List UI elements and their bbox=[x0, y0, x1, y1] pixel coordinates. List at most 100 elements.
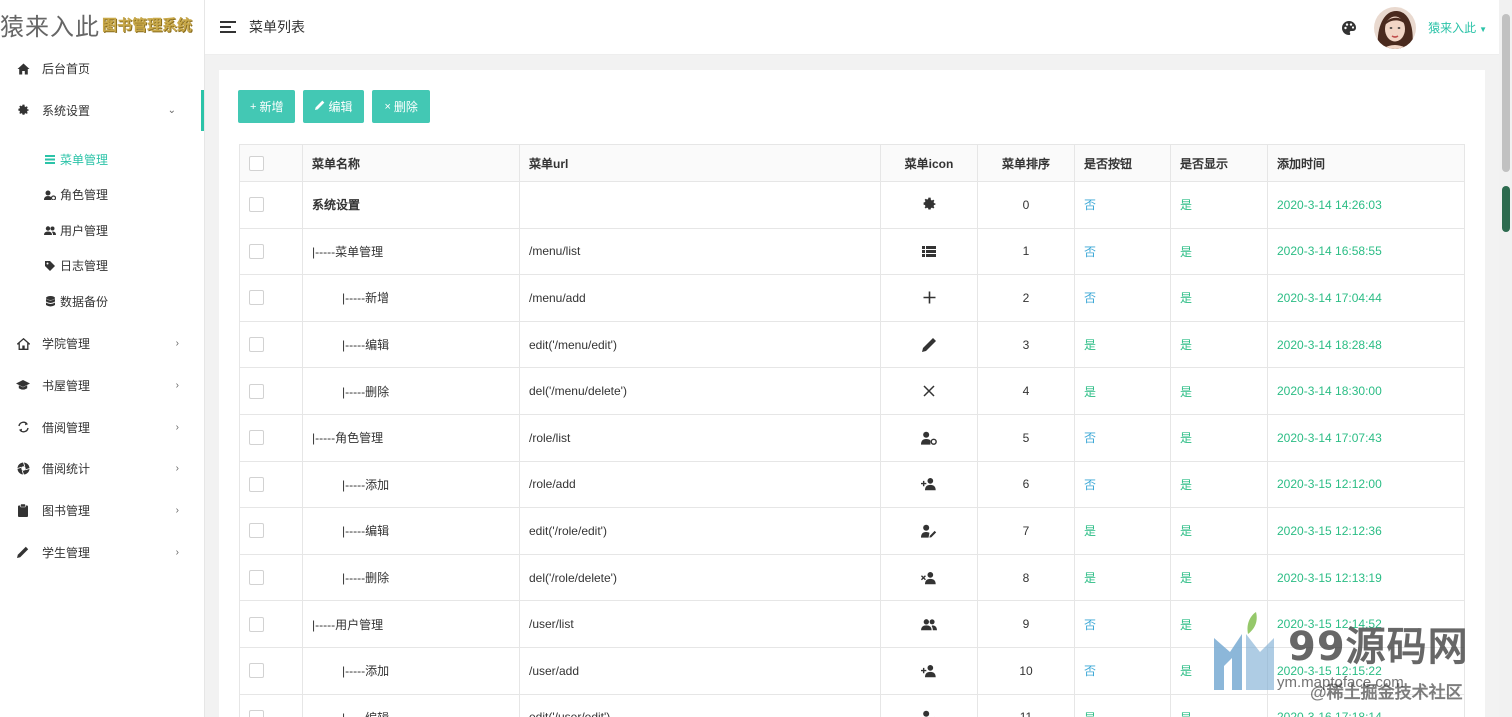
user-gear-icon bbox=[44, 189, 56, 201]
cell-menu-url: /role/add bbox=[520, 461, 881, 508]
cell-is-show: 是 bbox=[1171, 228, 1268, 275]
scrollbar-thumb[interactable] bbox=[1502, 14, 1510, 172]
logo[interactable]: 猿来入此 图书管理系统 bbox=[0, 0, 204, 48]
table-row[interactable]: |-----添加/user/add 10 否是 2020-3-15 12:15:22 bbox=[240, 647, 1464, 695]
sidebar-subitem-log-management[interactable]: 日志管理 bbox=[0, 248, 204, 284]
cell-menu-sort: 1 bbox=[978, 228, 1075, 275]
cell-menu-icon bbox=[881, 414, 978, 461]
sidebar-item-book-management[interactable]: 图书管理 › bbox=[0, 490, 204, 532]
cell-is-button: 否 bbox=[1075, 182, 1171, 228]
chevron-right-icon: › bbox=[175, 463, 179, 475]
cell-is-button: 是 bbox=[1075, 368, 1171, 414]
cell-menu-icon bbox=[881, 321, 978, 368]
sidebar-subitem-menu-management[interactable]: 菜单管理 bbox=[0, 141, 204, 177]
cell-menu-url: edit('/user/edit') bbox=[520, 694, 881, 717]
table-row[interactable]: 系统设置 0 否是 2020-3-14 14:26:03 bbox=[240, 182, 1464, 229]
table-row[interactable]: |-----添加/role/add 6 否是 2020-3-15 12:12:00 bbox=[240, 461, 1464, 509]
cell-menu-name: |-----编辑 bbox=[303, 694, 520, 717]
cell-add-time: 2020-3-15 12:15:22 bbox=[1277, 663, 1382, 678]
row-checkbox[interactable] bbox=[249, 476, 264, 492]
row-checkbox[interactable] bbox=[249, 663, 264, 679]
row-checkbox[interactable] bbox=[249, 197, 264, 213]
page-scrollbar[interactable] bbox=[1499, 0, 1512, 717]
row-checkbox[interactable] bbox=[249, 290, 264, 306]
row-checkbox-cell bbox=[240, 414, 303, 461]
column-header[interactable]: 菜单排序 bbox=[978, 145, 1075, 181]
cell-is-button: 是 bbox=[1075, 694, 1171, 717]
cell-menu-name: |-----用户管理 bbox=[303, 601, 520, 647]
row-checkbox[interactable] bbox=[249, 570, 264, 586]
table-row[interactable]: |-----编辑 edit('/menu/edit') 3 是是 2020-3-14 1… bbox=[240, 321, 1464, 369]
column-header[interactable]: 菜单url bbox=[520, 145, 881, 181]
institute-icon bbox=[16, 337, 30, 351]
cell-add-time: 2020-3-14 17:04:44 bbox=[1277, 290, 1382, 305]
table-row[interactable]: |-----编辑edit('/user/edit')11是是2020-3-16 … bbox=[240, 694, 1464, 717]
cell-is-button: 否 bbox=[1075, 414, 1171, 461]
column-header[interactable]: 菜单icon bbox=[881, 145, 978, 181]
sidebar-item-bookhouse-management[interactable]: 书屋管理 › bbox=[0, 365, 204, 407]
close-icon: × bbox=[384, 100, 391, 113]
cell-menu-name: |-----删除 bbox=[303, 554, 520, 601]
cell-add-time: 2020-3-14 18:28:48 bbox=[1277, 337, 1382, 352]
sidebar-item-label: 借阅管理 bbox=[42, 420, 91, 435]
edit-button[interactable]: 编辑 bbox=[303, 90, 365, 123]
sidebar-subitem-label: 日志管理 bbox=[60, 259, 109, 274]
row-checkbox[interactable] bbox=[249, 523, 264, 539]
sidebar-subitem-data-backup[interactable]: 数据备份 bbox=[0, 283, 204, 319]
user-plus-icon bbox=[921, 663, 937, 679]
hamburger-menu-icon[interactable] bbox=[220, 21, 236, 33]
palette-icon[interactable] bbox=[1341, 20, 1357, 36]
table-row[interactable]: |-----角色管理/role/list 5 否是 2020-3-14 17:07:4… bbox=[240, 414, 1464, 462]
table-row[interactable]: |-----新增/menu/add 2 否是 2020-3-14 17:04:44 bbox=[240, 275, 1464, 322]
cell-menu-icon bbox=[881, 275, 978, 321]
list-icon bbox=[44, 153, 56, 165]
sidebar-item-system-settings[interactable]: 系统设置 ⌄ bbox=[0, 89, 204, 132]
column-header[interactable]: 是否显示 bbox=[1171, 145, 1268, 181]
user-menu[interactable]: 猿来入此 ▼ bbox=[1428, 19, 1487, 36]
cell-is-show: 是 bbox=[1171, 601, 1268, 647]
sidebar-subitem-label: 角色管理 bbox=[60, 188, 109, 203]
row-checkbox[interactable] bbox=[249, 243, 264, 259]
avatar[interactable] bbox=[1374, 6, 1417, 49]
table-row[interactable]: |-----用户管理/user/list 9 否是 2020-3-15 12:14:5… bbox=[240, 601, 1464, 648]
sidebar-item-college-management[interactable]: 学院管理 › bbox=[0, 323, 204, 365]
row-checkbox[interactable] bbox=[249, 430, 264, 446]
user-name-text: 猿来入此 bbox=[1428, 21, 1477, 35]
table-row[interactable]: |-----删除 del('/menu/delete') 4 是是 2020-3-14 … bbox=[240, 368, 1464, 415]
row-checkbox-cell bbox=[240, 321, 303, 368]
sidebar-item-borrow-management[interactable]: 借阅管理 › bbox=[0, 406, 204, 448]
row-checkbox-cell bbox=[240, 554, 303, 601]
sidebar-subitem-label: 用户管理 bbox=[60, 223, 109, 238]
add-button[interactable]: + 新增 bbox=[238, 90, 296, 123]
row-checkbox[interactable] bbox=[249, 383, 264, 399]
user-edit-icon bbox=[921, 709, 937, 717]
sidebar-item-borrow-statistics[interactable]: 借阅统计 › bbox=[0, 448, 204, 490]
cell-add-time: 2020-3-15 12:12:00 bbox=[1277, 477, 1382, 492]
table-row[interactable]: |-----菜单管理/menu/list 1 否是 2020-3-14 16:58:5… bbox=[240, 228, 1464, 276]
cell-menu-url: del('/menu/delete') bbox=[520, 368, 881, 414]
row-checkbox[interactable] bbox=[249, 709, 264, 717]
table-header-row: 菜单名称 菜单url 菜单icon 菜单排序 是否按钮 是否显示 添加时间 bbox=[240, 145, 1464, 182]
cell-is-show: 是 bbox=[1171, 182, 1268, 228]
sidebar-item-home[interactable]: 后台首页 bbox=[0, 48, 204, 90]
top-header: 菜单列表 猿来入此 ▼ bbox=[205, 0, 1499, 55]
column-header[interactable]: 菜单名称 bbox=[303, 145, 520, 181]
delete-button[interactable]: × 删除 bbox=[372, 90, 430, 123]
exchange-icon bbox=[16, 420, 30, 434]
edit-button-label: 编辑 bbox=[328, 100, 353, 114]
sidebar-item-student-management[interactable]: 学生管理 › bbox=[0, 531, 204, 573]
column-header[interactable]: 添加时间 bbox=[1268, 145, 1464, 181]
cell-is-show: 是 bbox=[1171, 694, 1268, 717]
sidebar-subitem-role-management[interactable]: 角色管理 bbox=[0, 177, 204, 213]
row-checkbox[interactable] bbox=[249, 337, 264, 353]
cell-menu-sort: 10 bbox=[978, 647, 1075, 694]
row-checkbox[interactable] bbox=[249, 616, 264, 632]
table-row[interactable]: |-----删除 del('/role/delete') 8 是是 2020-3-15 … bbox=[240, 554, 1464, 602]
select-all-checkbox[interactable] bbox=[249, 155, 264, 171]
column-header[interactable]: 是否按钮 bbox=[1075, 145, 1171, 181]
table-row[interactable]: |-----编辑 edit('/role/edit') 7 是是 2020-3-15 1… bbox=[240, 508, 1464, 555]
clipboard-icon bbox=[16, 503, 30, 517]
close-icon bbox=[921, 383, 937, 399]
scrollbar-marker bbox=[1502, 186, 1510, 232]
sidebar-subitem-user-management[interactable]: 用户管理 bbox=[0, 212, 204, 248]
